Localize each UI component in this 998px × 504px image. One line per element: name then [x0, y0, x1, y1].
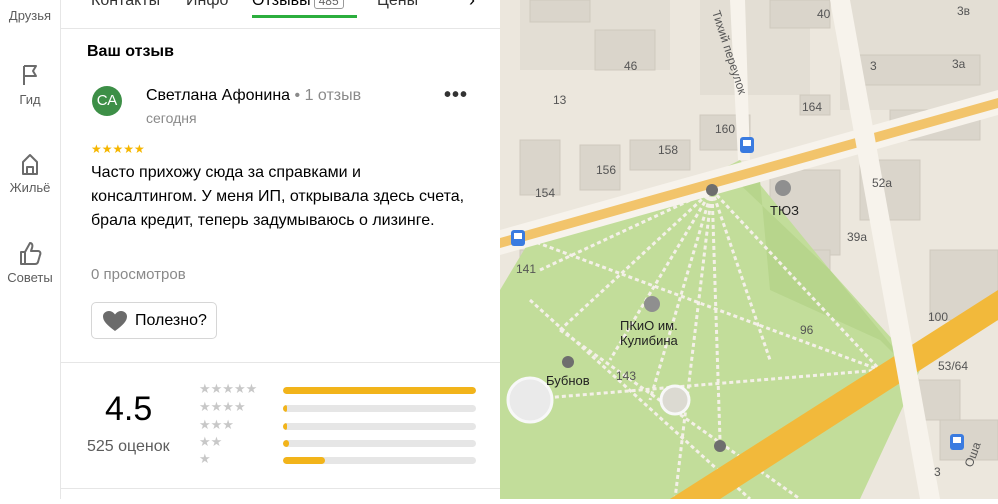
- house-number: 158: [658, 143, 678, 157]
- house-number: 3: [934, 465, 941, 479]
- house-number: 3: [870, 59, 877, 73]
- flag-icon: [23, 65, 37, 85]
- rail-label-guide: Гид: [19, 92, 41, 107]
- house-number: 39а: [847, 230, 867, 244]
- house-number: 154: [535, 186, 555, 200]
- rating-row-fill: [283, 457, 326, 464]
- author-dot: •: [294, 87, 305, 104]
- rating-row-fill: [283, 440, 289, 447]
- helpful-button[interactable]: Полезно?: [91, 302, 217, 339]
- map[interactable]: 40 3в 46 3 3а 13 164 160 158 156 154 52а…: [500, 0, 998, 501]
- rating-row-2: ★★: [199, 434, 479, 449]
- rating-row-stars: ★: [199, 451, 211, 466]
- divider: [61, 488, 500, 489]
- house-number: 3в: [957, 4, 970, 18]
- rail-label-tips: Советы: [7, 270, 53, 285]
- heart-icon: [103, 311, 127, 331]
- housing-icon: [22, 154, 38, 175]
- rating-value: 4.5: [105, 390, 153, 428]
- more-options-icon[interactable]: •••: [444, 84, 468, 107]
- rating-row-5: ★★★★★: [199, 381, 479, 396]
- tab-contacts[interactable]: Контакты: [91, 0, 160, 10]
- map-canvas[interactable]: 40 3в 46 3 3а 13 164 160 158 156 154 52а…: [500, 0, 998, 501]
- house-number: 3а: [952, 57, 966, 71]
- tab-info[interactable]: Инфо: [186, 0, 228, 10]
- house-number: 100: [928, 310, 948, 324]
- house-number: 141: [516, 262, 536, 276]
- rail-item-housing[interactable]: Жильё: [0, 150, 60, 195]
- thumbs-up-icon: [20, 242, 42, 265]
- rail-label-friends: Друзья: [8, 8, 52, 23]
- house-number: 96: [800, 323, 814, 337]
- rating-row-track: [283, 423, 476, 430]
- review-stars: ★★★★★: [91, 142, 145, 156]
- review-author: Светлана Афонина • 1 отзыв: [146, 87, 361, 105]
- house-number: 46: [624, 59, 638, 73]
- helpful-label: Полезно?: [135, 312, 207, 329]
- tab-reviews[interactable]: Отзывы 485: [252, 0, 344, 10]
- rail-item-friends[interactable]: Друзья: [0, 8, 60, 23]
- rating-count: 525 оценок: [87, 438, 170, 455]
- house-number: 164: [802, 100, 822, 114]
- rail-label-housing: Жильё: [9, 180, 51, 195]
- section-title: Ваш отзыв: [87, 43, 174, 60]
- poi-label-park[interactable]: ПКиО им.: [620, 318, 678, 333]
- rating-row-track: [283, 440, 476, 447]
- reviews-panel: Контакты Инфо Отзывы 485 Цены › Ваш отзыв…: [61, 0, 500, 499]
- rating-row-track: [283, 405, 476, 412]
- bus-stop-icon[interactable]: [511, 230, 525, 246]
- rating-row-fill: [283, 387, 476, 394]
- tab-bar: Контакты Инфо Отзывы 485 Цены ›: [61, 0, 500, 29]
- house-number: 13: [553, 93, 567, 107]
- review-date: сегодня: [146, 110, 197, 126]
- review-views: 0 просмотров: [91, 266, 186, 283]
- tab-prices[interactable]: Цены: [377, 0, 418, 10]
- rail-item-tips[interactable]: Советы: [0, 240, 60, 285]
- bus-stop-icon[interactable]: [950, 434, 964, 450]
- rail-item-guide[interactable]: Гид: [0, 62, 60, 107]
- rating-row-stars: ★★★: [199, 417, 234, 432]
- rating-row-track: [283, 457, 476, 464]
- house-number: 156: [596, 163, 616, 177]
- rating-row-1: ★: [199, 451, 479, 466]
- divider: [61, 362, 500, 363]
- poi-label-tyuz[interactable]: ТЮЗ: [770, 203, 799, 218]
- rating-row-stars: ★★: [199, 434, 223, 449]
- avatar[interactable]: СА: [92, 86, 122, 116]
- rating-row-4: ★★★★: [199, 399, 479, 414]
- rating-row-fill: [283, 423, 287, 430]
- chevron-right-icon[interactable]: ›: [469, 0, 475, 11]
- author-name[interactable]: Светлана Афонина: [146, 87, 290, 104]
- active-tab-indicator: [252, 15, 357, 18]
- rating-row-stars: ★★★★★: [199, 381, 258, 396]
- rating-row-track: [283, 387, 476, 394]
- rating-row-fill: [283, 405, 287, 412]
- house-number: 53/64: [938, 359, 968, 373]
- park-icon[interactable]: [644, 296, 660, 312]
- poi-label-park-2[interactable]: Кулибина: [620, 333, 679, 348]
- tab-reviews-label: Отзывы: [252, 0, 311, 9]
- review-text: Часто прихожу сюда за справками и консал…: [91, 164, 465, 229]
- author-reviews-count: 1 отзыв: [304, 87, 362, 104]
- left-rail: Друзья Гид Жильё Советы: [0, 0, 61, 499]
- rating-row-stars: ★★★★: [199, 399, 246, 414]
- tab-reviews-count: 485: [313, 0, 344, 9]
- bus-stop-icon[interactable]: [740, 137, 754, 153]
- house-number: 40: [817, 7, 831, 21]
- poi-label-bubnov[interactable]: Бубнов: [546, 373, 590, 388]
- house-number: 52а: [872, 176, 892, 190]
- theater-icon[interactable]: [775, 180, 791, 196]
- rating-row-3: ★★★: [199, 417, 479, 432]
- house-number: 143: [616, 369, 636, 383]
- house-number: 160: [715, 122, 735, 136]
